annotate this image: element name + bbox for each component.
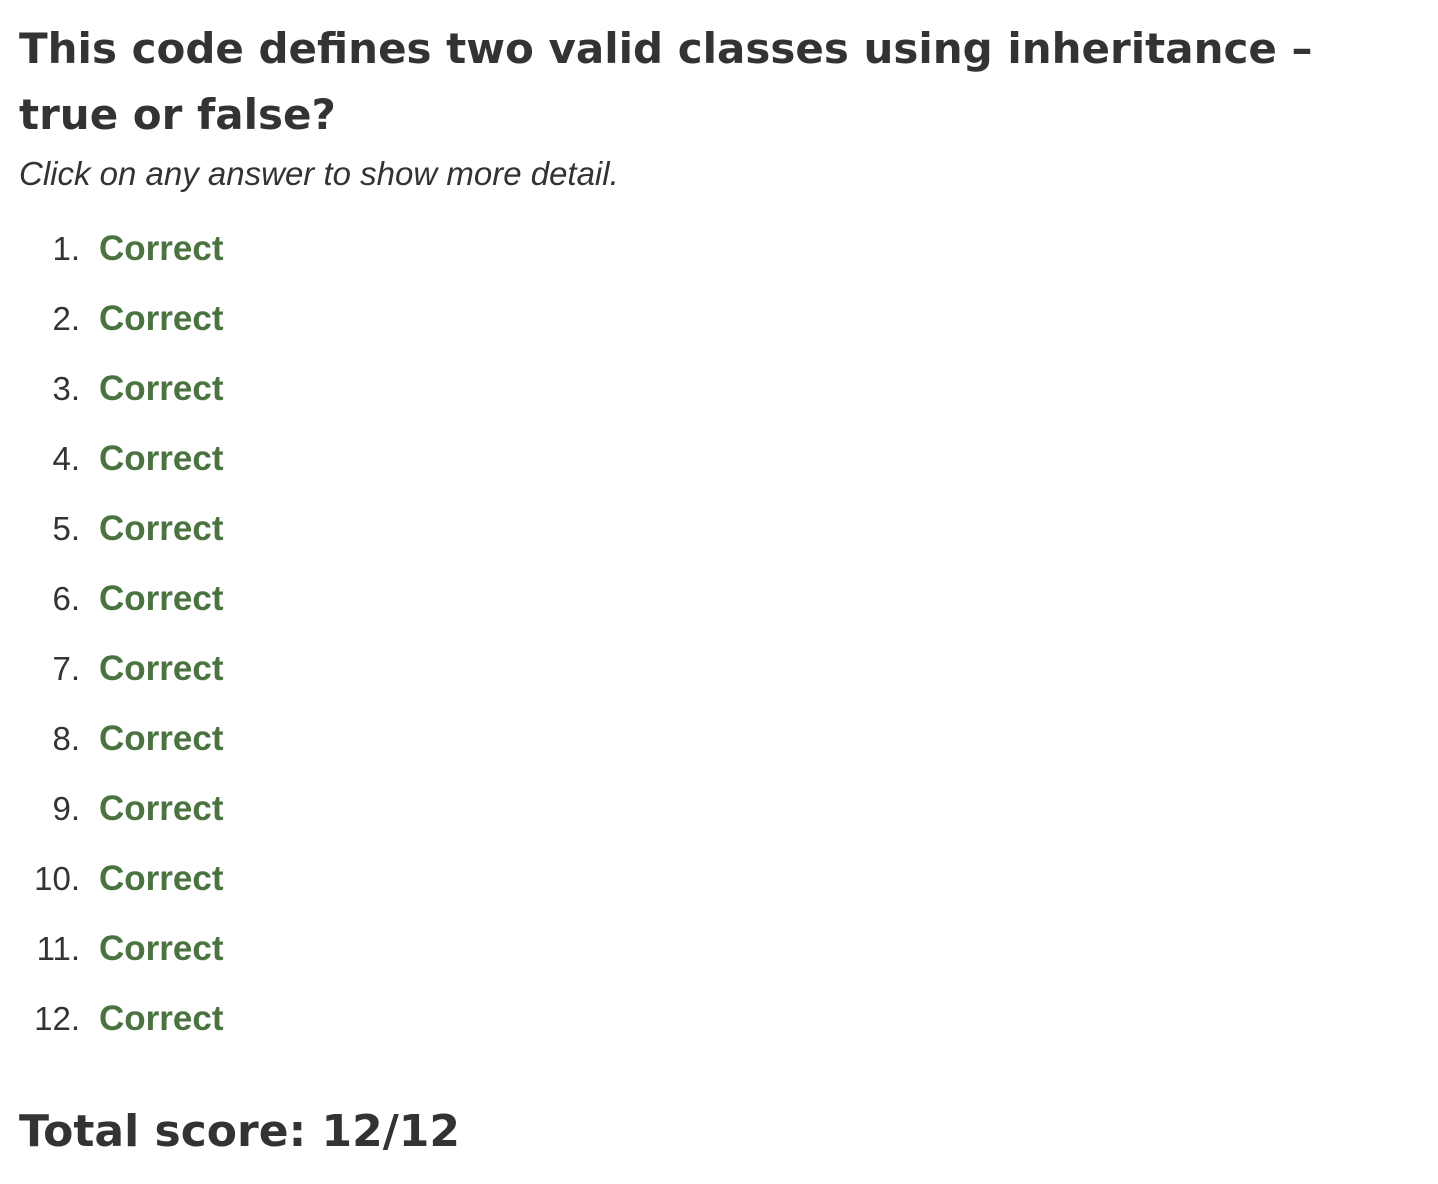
- result-item: 1. Correct: [19, 214, 1419, 284]
- instruction-hint: Click on any answer to show more detail.: [19, 155, 619, 192]
- result-number: 10.: [34, 860, 80, 897]
- result-item: 4. Correct: [19, 424, 1419, 494]
- result-status-link[interactable]: Correct: [99, 229, 223, 269]
- result-number: 8.: [52, 720, 80, 757]
- result-status-link[interactable]: Correct: [99, 579, 223, 619]
- result-item: 10. Correct: [19, 844, 1419, 914]
- total-score: Total score: 12/12: [19, 1106, 461, 1157]
- result-number: 11.: [36, 930, 80, 967]
- result-item: 3. Correct: [19, 354, 1419, 424]
- result-status-link[interactable]: Correct: [99, 369, 223, 409]
- result-item: 7. Correct: [19, 634, 1419, 704]
- result-number: 7.: [52, 650, 80, 687]
- result-number: 3.: [52, 370, 80, 407]
- result-status-link[interactable]: Correct: [99, 719, 223, 759]
- answer-results-list: 1. Correct 2. Correct 3. Correct 4. Corr…: [19, 214, 1419, 1054]
- result-status-link[interactable]: Correct: [99, 789, 223, 829]
- result-status-link[interactable]: Correct: [99, 929, 223, 969]
- result-number: 2.: [52, 300, 80, 337]
- result-number: 1.: [52, 230, 80, 267]
- result-item: 11. Correct: [19, 914, 1419, 984]
- result-status-link[interactable]: Correct: [99, 439, 223, 479]
- result-number: 5.: [52, 510, 80, 547]
- result-item: 2. Correct: [19, 284, 1419, 354]
- result-status-link[interactable]: Correct: [99, 509, 223, 549]
- question-title: This code defines two valid classes usin…: [19, 24, 1313, 139]
- result-status-link[interactable]: Correct: [99, 649, 223, 689]
- result-item: 8. Correct: [19, 704, 1419, 774]
- result-status-link[interactable]: Correct: [99, 299, 223, 339]
- quiz-results-panel: This code defines two valid classes usin…: [19, 16, 1419, 1162]
- result-number: 9.: [52, 790, 80, 827]
- result-number: 4.: [52, 440, 80, 477]
- result-item: 12. Correct: [19, 984, 1419, 1054]
- result-number: 6.: [52, 580, 80, 617]
- result-item: 9. Correct: [19, 774, 1419, 844]
- result-status-link[interactable]: Correct: [99, 999, 223, 1039]
- result-item: 6. Correct: [19, 564, 1419, 634]
- result-number: 12.: [34, 1000, 80, 1037]
- result-status-link[interactable]: Correct: [99, 859, 223, 899]
- result-item: 5. Correct: [19, 494, 1419, 564]
